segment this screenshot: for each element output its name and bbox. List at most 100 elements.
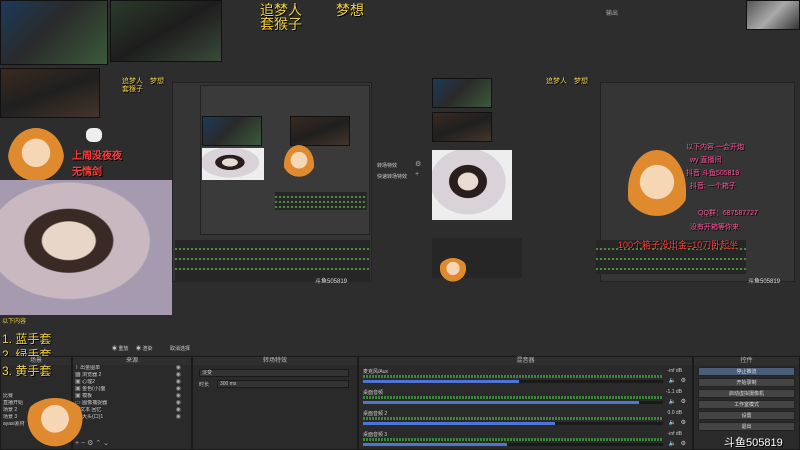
prog-room-tag: 斗鱼505819: [748, 279, 781, 285]
duration-input[interactable]: 300 ms: [217, 380, 349, 388]
start-virtual-camera-button[interactable]: 启动虚拟摄像机: [698, 389, 795, 398]
transition-controls: 转场特效 ⚙ 快速转场特效 +: [373, 0, 428, 355]
render-item[interactable]: ◉ 渲染: [136, 345, 152, 352]
prog-line-6: 没有开箱等你来: [690, 224, 739, 231]
nested-thumb-2: [290, 116, 350, 146]
prog-thumb-1: [432, 78, 492, 108]
image-icon: ▣: [75, 393, 81, 399]
prog-sub-title1b: 梦想: [574, 78, 588, 85]
source-item-5[interactable]: ▣ 模板 ◉: [73, 393, 191, 400]
nested-meter-panel: [275, 192, 367, 210]
transition-type-select[interactable]: 淡变: [199, 369, 349, 377]
eye-icon[interactable]: ◉: [176, 393, 181, 399]
watermark: 斗鱼505819: [724, 437, 783, 449]
logo-thumb: [746, 0, 800, 30]
eye-icon[interactable]: ◉: [176, 414, 181, 420]
title-line2: 套猴子: [260, 16, 302, 32]
mixer-channel-db: -1.1 dB: [665, 389, 682, 395]
title-line1b: 梦想: [336, 2, 364, 18]
mixer-gear-icon[interactable]: ⚙: [681, 398, 686, 405]
mixer-channel-db: -inf dB: [667, 431, 682, 437]
move-down-icon[interactable]: ⌄: [103, 440, 109, 447]
eye-icon[interactable]: ◉: [176, 407, 181, 413]
preview-small-text: 以下内容: [2, 319, 27, 325]
source-settings-icon[interactable]: ⚙: [87, 440, 93, 447]
eye-icon[interactable]: ◉: [176, 372, 181, 378]
eye-icon[interactable]: ◉: [176, 386, 181, 392]
speaker-icon[interactable]: 🔈: [669, 377, 676, 384]
source-label-5: 模板: [82, 393, 93, 399]
render-label: 渲染: [142, 346, 153, 352]
volume-slider[interactable]: [363, 443, 663, 446]
mixer-channel: 桌面音频 2 0.0 dB 🔈 ⚙: [363, 410, 688, 430]
volume-slider[interactable]: [363, 401, 663, 404]
speaker-icon[interactable]: 🔈: [669, 440, 676, 447]
prog-thumb-2: [432, 112, 492, 142]
volume-slider-fill: [363, 380, 519, 383]
mixer-channel-db: 0.0 dB: [667, 410, 682, 416]
prog-line-4: 抖音: 一个箱子: [690, 183, 736, 190]
prog-line-1: 以下内容 一会开炮: [686, 144, 744, 151]
volume-meter: [363, 396, 663, 399]
preview-room-tag: 斗鱼505819: [315, 279, 348, 285]
mixer-channel-db: -inf dB: [667, 368, 682, 374]
source-label-2: 浏览器 2: [82, 372, 102, 378]
eye-icon[interactable]: ◉: [176, 400, 181, 406]
volume-slider-fill: [363, 422, 555, 425]
source-item-6[interactable]: ▭ 图像捕捉器 ◉: [73, 400, 191, 407]
mixer-gear-icon[interactable]: ⚙: [681, 419, 686, 426]
prog-line-2: wy 直播间: [690, 157, 722, 164]
volume-slider[interactable]: [363, 422, 663, 425]
volume-slider[interactable]: [363, 380, 663, 383]
sub-title2: 套猴子: [122, 86, 143, 93]
mixer-channel-name: 桌面音频 3: [363, 432, 388, 438]
program-area[interactable]: 输出 追梦人 梦想 以下内容 一会开炮 wy 直播间 抖音 斗鱼505819 抖…: [428, 0, 800, 355]
speaker-icon[interactable]: 🔈: [669, 398, 676, 405]
prog-webcam: [432, 150, 512, 220]
deselect-item[interactable]: 取消选择: [170, 345, 190, 352]
source-item-2[interactable]: ▦ 浏览器 2 ◉: [73, 372, 191, 379]
studio-mode-button[interactable]: 工作室模式: [698, 400, 795, 409]
sources-title: 来源: [73, 357, 191, 365]
output-label: 输出: [606, 11, 619, 17]
nested-character: [284, 145, 314, 183]
cat-icon: [86, 128, 102, 142]
transitions-dock: 转场特效 淡变 时长 300 ms: [192, 356, 358, 450]
replay-item[interactable]: ◉ 重放: [112, 345, 128, 352]
list-item-1: 1. 蓝手套: [2, 332, 52, 346]
start-recording-button[interactable]: 开始录制: [698, 378, 795, 387]
add-transition-icon[interactable]: +: [415, 171, 419, 178]
transition-type-value: 淡变: [202, 370, 213, 376]
list-item-3: 3. 黄手套: [2, 364, 52, 378]
prog-anime-girl: [628, 150, 686, 230]
volume-meter: [363, 375, 663, 378]
prog-sub-title1: 追梦人: [546, 78, 567, 85]
settings-button[interactable]: 设置: [698, 411, 795, 420]
source-item-7[interactable]: T 文本 回忆◉: [73, 407, 191, 414]
preview-area[interactable]: 追梦人 梦想 套猴子 追梦人 梦想 套猴子 上周没夜夜 无情剑 斗鱼505819…: [0, 0, 373, 362]
source-label-4: 金色(小)面: [82, 386, 106, 392]
eye-icon[interactable]: ◉: [176, 365, 181, 371]
prog-banner: 100个箱子没出金=10刀卧起坐: [618, 240, 739, 250]
duration-label: 时长: [199, 382, 210, 388]
image-icon: ▣: [75, 386, 81, 392]
mixer-gear-icon[interactable]: ⚙: [681, 377, 686, 384]
speaker-icon[interactable]: 🔈: [669, 419, 676, 426]
stop-stream-button[interactable]: 停止推流: [698, 367, 795, 376]
source-label-3: 心理2: [82, 379, 95, 385]
transition-settings-icon[interactable]: ⚙: [415, 160, 421, 168]
mixer-gear-icon[interactable]: ⚙: [681, 440, 686, 447]
exit-button[interactable]: 退出: [698, 422, 795, 431]
source-item-4[interactable]: ▣ 金色(小)面 ◉: [73, 386, 191, 393]
nested-thumb-1: [202, 116, 262, 146]
source-item-8[interactable]: ▣ 大头(口)1◉: [73, 414, 191, 421]
eye-icon[interactable]: ◉: [176, 379, 181, 385]
badge-lower: 无情剑: [72, 167, 102, 178]
transition-label: 转场特效: [377, 163, 398, 169]
source-item-3[interactable]: ▣ 心理2 ◉: [73, 379, 191, 386]
image-icon: ▣: [75, 379, 81, 385]
prog-cat-sticker: [438, 258, 468, 284]
move-up-icon[interactable]: ⌃: [95, 440, 101, 447]
source-item-1[interactable]: T 出金图单 ◉: [73, 365, 191, 372]
browser-icon: ▦: [75, 372, 81, 378]
